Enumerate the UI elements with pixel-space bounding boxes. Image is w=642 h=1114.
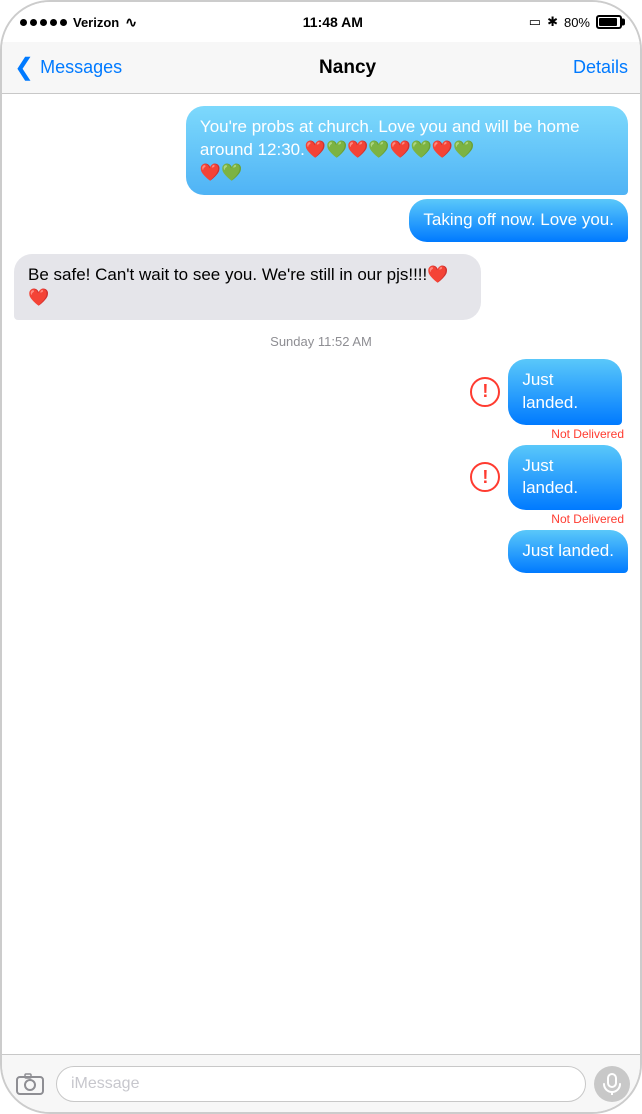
- nav-title: Nancy: [319, 57, 376, 79]
- error-icon-5[interactable]: !: [470, 462, 500, 492]
- bubble-text-6: Just landed.: [522, 541, 614, 560]
- message-row-3: Be safe! Can't wait to see you. We're st…: [14, 254, 628, 320]
- bubble-out-6: Just landed.: [508, 530, 628, 573]
- mic-icon: [603, 1073, 621, 1095]
- bubble-text-4: Just landed.: [522, 370, 578, 412]
- message-input[interactable]: iMessage: [56, 1066, 586, 1102]
- signal-dot-4: [50, 19, 57, 26]
- signal-dot-2: [30, 19, 37, 26]
- signal-dot-3: [40, 19, 47, 26]
- message-row-2: Taking off now. Love you.: [14, 199, 628, 242]
- status-bar: Verizon ∿ 11:48 AM ▭ ✱ 80%: [2, 2, 640, 42]
- airplay-icon: ▭: [529, 14, 541, 30]
- status-right: ▭ ✱ 80%: [529, 14, 622, 30]
- status-left: Verizon ∿: [20, 14, 137, 31]
- signal-dot-5: [60, 19, 67, 26]
- battery-fill: [599, 18, 617, 26]
- nav-bar: ❮ Messages Nancy Details: [2, 42, 640, 94]
- bubble-out-5: Just landed.: [508, 445, 622, 511]
- bubble-text-1: You're probs at church. Love you and wil…: [200, 117, 580, 182]
- carrier-name: Verizon: [73, 15, 119, 30]
- mic-button[interactable]: [594, 1066, 630, 1102]
- signal-dot-1: [20, 19, 27, 26]
- message-row-5: ! Just landed. Not Delivered: [14, 445, 628, 527]
- signal-dots: [20, 19, 67, 26]
- chevron-left-icon: ❮: [14, 53, 34, 82]
- back-label: Messages: [40, 57, 122, 78]
- status-time: 11:48 AM: [303, 14, 363, 30]
- wifi-icon: ∿: [125, 14, 137, 31]
- camera-icon: [16, 1072, 44, 1096]
- back-button[interactable]: ❮ Messages: [14, 53, 122, 82]
- details-button[interactable]: Details: [573, 57, 628, 78]
- message-row-6: Just landed.: [14, 530, 628, 573]
- bubble-out-2: Taking off now. Love you.: [409, 199, 628, 242]
- exclamation-4: !: [482, 381, 488, 402]
- bubble-in-3: Be safe! Can't wait to see you. We're st…: [14, 254, 481, 320]
- bubble-out-1: You're probs at church. Love you and wil…: [186, 106, 628, 195]
- bubble-text-2: Taking off now. Love you.: [423, 210, 614, 229]
- battery-icon: [596, 15, 622, 29]
- bubble-text-3: Be safe! Can't wait to see you. We're st…: [28, 265, 448, 307]
- message-row-4-inner: ! Just landed.: [470, 359, 628, 425]
- bubble-out-4: Just landed.: [508, 359, 622, 425]
- messages-area: You're probs at church. Love you and wil…: [2, 94, 640, 1054]
- exclamation-5: !: [482, 467, 488, 488]
- not-delivered-4: Not Delivered: [551, 427, 628, 441]
- error-icon-4[interactable]: !: [470, 377, 500, 407]
- input-bar: iMessage: [2, 1054, 640, 1112]
- not-delivered-5: Not Delivered: [551, 512, 628, 526]
- message-row-5-inner: ! Just landed.: [470, 445, 628, 511]
- input-placeholder: iMessage: [71, 1075, 139, 1093]
- bluetooth-icon: ✱: [547, 14, 558, 30]
- battery-percent: 80%: [564, 15, 590, 30]
- bubble-text-5: Just landed.: [522, 456, 578, 498]
- message-row-4: ! Just landed. Not Delivered: [14, 359, 628, 441]
- timestamp-1: Sunday 11:52 AM: [14, 334, 628, 349]
- phone-frame: Verizon ∿ 11:48 AM ▭ ✱ 80% ❮ Messages Na…: [0, 0, 642, 1114]
- message-row-1: You're probs at church. Love you and wil…: [14, 106, 628, 195]
- camera-button[interactable]: [12, 1066, 48, 1102]
